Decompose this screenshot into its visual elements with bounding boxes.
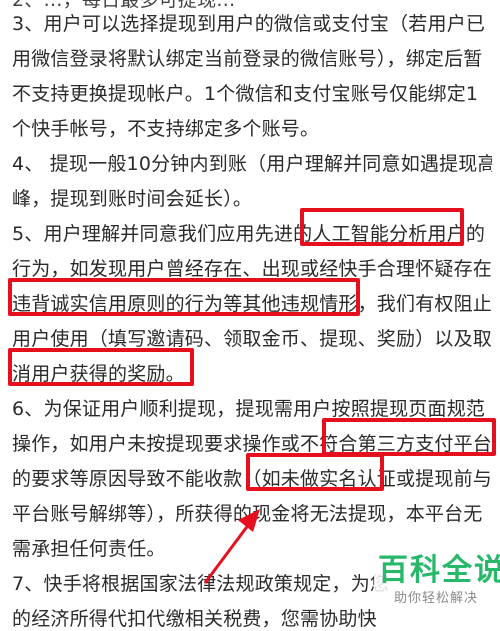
text-line: 消用户获得的奖励。 bbox=[12, 363, 185, 385]
text-line: 行为，如发现用户曾经存在、出现或经快手合理怀疑存在 bbox=[12, 258, 492, 280]
watermark-title: 百科全说 bbox=[378, 553, 500, 588]
document-body: 2、…，每日最多可提现… 3、用户可以选择提现到用户的微信或支付宝（若用户已 用… bbox=[0, 0, 500, 630]
text-line: 4、 提现一般10分钟内到账（用户理解并同意如遇提现高 bbox=[12, 153, 492, 175]
text-line: 用户使用（填写邀请码、领取金币、提现、奖励）以及取 bbox=[12, 328, 492, 350]
text-line: 6、为保证用户顺利提现，提现需用户按照提现页面规范 bbox=[12, 398, 486, 420]
text-line: 的要求等原因导致不能收款（如未做实名认证或提现前与 bbox=[12, 468, 492, 490]
text-line: 违背诚实信用原则的行为等其他违规情形，我们有权阻止 bbox=[12, 293, 492, 315]
text-line: 不支持更换提现帐户。1个微信和支付宝账号仅能绑定1 bbox=[12, 83, 479, 105]
text-line: 5、用户理解并同意我们应用先进的人工智能分析用户的 bbox=[12, 223, 486, 245]
text-line: 3、用户可以选择提现到用户的微信或支付宝（若用户已 bbox=[12, 13, 486, 35]
text-line: 操作，如用户未按提现要求操作或不符合第三方支付平台 bbox=[12, 433, 492, 455]
text-line: 的经济所得代扣代缴相关税费，您需协助快 bbox=[12, 608, 377, 630]
watermark-logo: 百科全说 助你轻松解决 bbox=[374, 553, 500, 609]
text-line: 个快手帐号，不支持绑定多个账号。 bbox=[12, 118, 320, 140]
watermark-subtitle: 助你轻松解决 bbox=[394, 591, 479, 606]
text-line: 用微信登录将默认绑定当前登录的微信账号），绑定后暂 bbox=[12, 48, 483, 70]
partial-top-line: 2、…，每日最多可提现… bbox=[12, 0, 236, 11]
text-line: 平台账号解绑等），所获得的现金将无法提现，本平台无 bbox=[12, 503, 483, 525]
text-line: 峰，提现到账时间会延长）。 bbox=[12, 188, 253, 210]
